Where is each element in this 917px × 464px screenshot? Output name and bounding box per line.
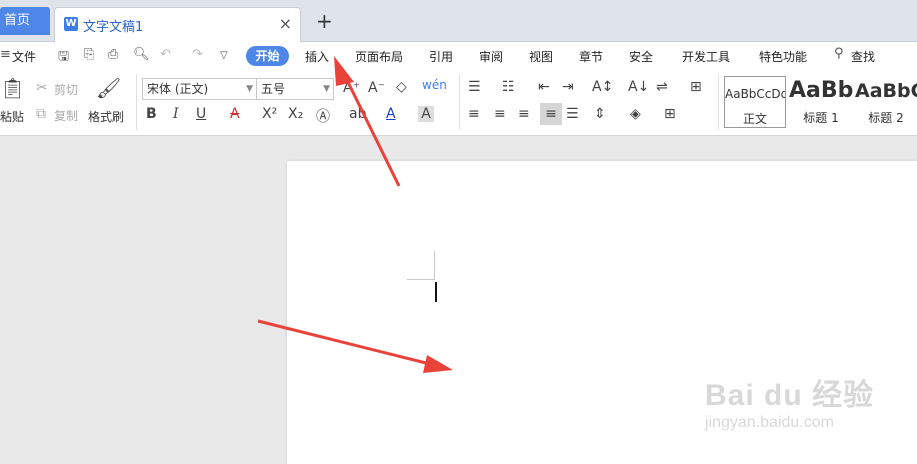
annotation-arrows bbox=[257, 56, 453, 373]
arrow-to-document-page bbox=[257, 319, 453, 373]
arrow-to-insert-tab bbox=[334, 56, 401, 187]
